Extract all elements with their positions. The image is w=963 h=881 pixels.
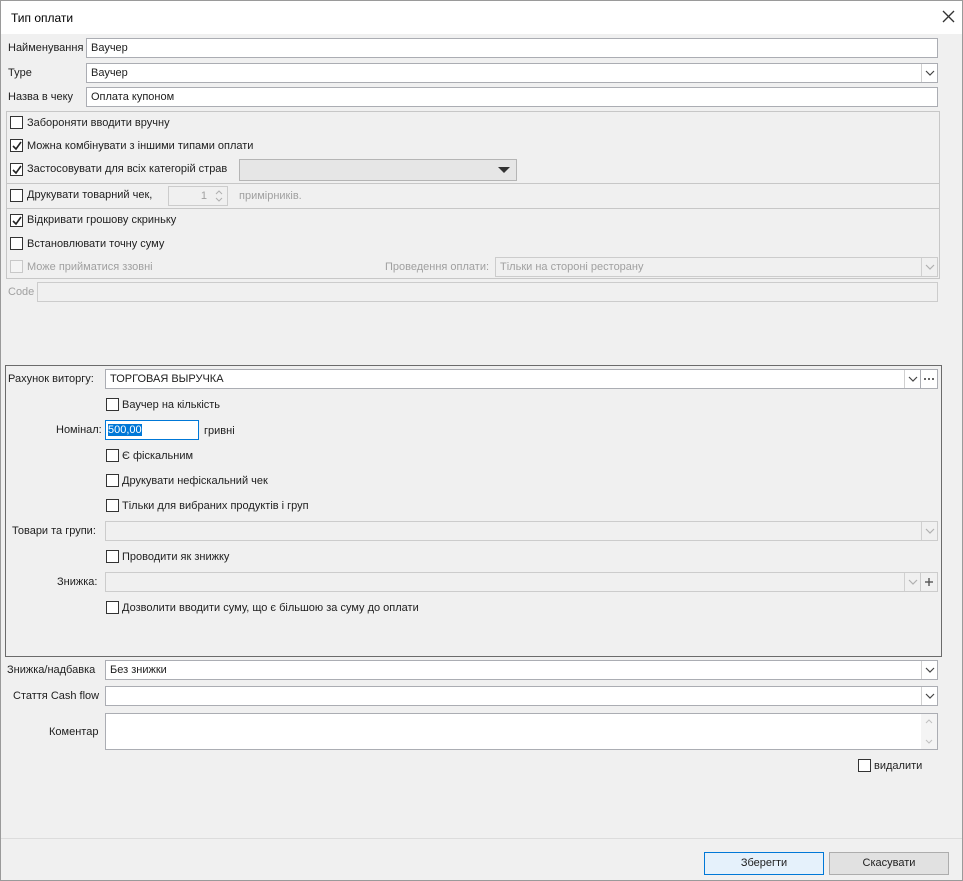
forbid-manual-checkbox[interactable] [10,116,23,129]
forbid-manual-label: Забороняти вводити вручну [27,117,170,129]
type-dropdown-button[interactable] [921,64,937,82]
processing-label: Проведення оплати: [385,261,490,273]
fiscal-checkbox[interactable] [106,449,119,462]
scroll-arrows-icon [925,719,933,744]
fiscal-label: Є фіскальним [122,450,194,462]
processing-value: Тільки на стороні ресторану [500,261,644,273]
discount-combobox[interactable] [105,572,921,592]
cashflow-combobox[interactable] [105,686,938,706]
only-selected-label: Тільки для вибраних продуктів і груп [122,500,309,512]
as-discount-label: Проводити як знижку [122,551,230,563]
chevron-down-icon [925,667,935,673]
close-button[interactable] [935,5,961,29]
only-selected-checkbox[interactable] [106,499,119,512]
nominal-unit: гривні [204,425,235,437]
cashflow-dropdown-button[interactable] [921,687,937,705]
chevron-down-icon [925,264,935,270]
cashflow-label: Стаття Cash flow [13,690,100,702]
close-icon [942,10,955,23]
revenue-account-label: Рахунок виторгу: [8,373,94,385]
checkmark-icon [12,216,22,226]
footer-divider [1,838,962,839]
chevron-down-icon [925,693,935,699]
combine-checkbox[interactable] [10,139,23,152]
title-bar: Тип оплати [1,1,962,34]
voucher-qty-label: Ваучер на кількість [122,399,221,411]
chevron-down-icon [925,528,935,534]
type-label: Type [8,67,32,79]
allow-greater-label: Дозволити вводити суму, що є більшою за … [122,602,419,614]
external-label: Може прийматися ззовні [27,261,153,273]
processing-combobox[interactable]: Тільки на стороні ресторану [495,257,938,277]
voucher-qty-checkbox[interactable] [106,398,119,411]
discount-markup-dropdown-button[interactable] [921,661,937,679]
print-nonfiscal-label: Друкувати нефіскальний чек [122,475,268,487]
discount-dropdown-button[interactable] [904,573,920,591]
category-combobox[interactable] [239,159,517,181]
exact-sum-checkbox[interactable] [10,237,23,250]
discount-markup-label: Знижка/надбавка [7,664,96,676]
copies-value: 1 [200,190,207,202]
cancel-button[interactable]: Скасувати [829,852,949,875]
chevron-down-icon [908,579,918,585]
nominal-value: 500,00 [108,424,142,436]
plus-icon [925,578,933,586]
copies-spinner[interactable]: 1 [168,186,228,206]
revenue-account-browse-button[interactable] [920,369,938,389]
delete-checkbox[interactable] [858,759,871,772]
exact-sum-label: Встановлювати точну суму [27,238,165,250]
discount-add-button[interactable] [920,572,938,592]
ellipsis-icon [924,378,934,380]
dialog-title: Тип оплати [11,11,74,25]
receipt-name-label: Назва в чеку [8,91,74,103]
print-receipt-label: Друкувати товарний чек, [27,189,153,201]
discount-markup-value: Без знижки [110,664,167,676]
discount-markup-combobox[interactable]: Без знижки [105,660,938,680]
type-combobox[interactable]: Ваучер [86,63,938,83]
receipt-name-input[interactable]: Оплата купоном [86,87,938,107]
revenue-account-value: ТОРГОВАЯ ВЫРУЧКА [110,373,224,385]
nominal-input[interactable]: 500,00 [105,420,199,440]
name-label: Найменування [8,42,84,54]
comment-scrollbar[interactable] [921,714,937,749]
print-nonfiscal-checkbox[interactable] [106,474,119,487]
revenue-account-combobox[interactable]: ТОРГОВАЯ ВЫРУЧКА [105,369,921,389]
nominal-label: Номінал: [56,424,102,436]
spinner-arrows-icon [215,190,223,202]
chevron-down-icon [925,70,935,76]
allow-greater-checkbox[interactable] [106,601,119,614]
code-label: Code [8,286,35,298]
save-button[interactable]: Зберегти [704,852,824,875]
as-discount-checkbox[interactable] [106,550,119,563]
print-receipt-checkbox[interactable] [10,189,23,202]
apply-all-label: Застосовувати для всіх категорій страв [27,163,228,175]
chevron-down-icon [908,376,918,382]
checkmark-icon [12,141,22,151]
comment-label: Коментар [49,726,99,738]
goods-groups-label: Товари та групи: [12,525,96,537]
processing-dropdown-button[interactable] [921,258,937,276]
type-value: Ваучер [91,67,128,79]
comment-textarea[interactable] [105,713,938,750]
open-drawer-checkbox[interactable] [10,214,23,227]
goods-groups-combobox[interactable] [105,521,938,541]
apply-all-checkbox[interactable] [10,163,23,176]
goods-groups-dropdown-button[interactable] [921,522,937,540]
external-checkbox[interactable] [10,260,23,273]
code-input[interactable] [37,282,938,302]
open-drawer-label: Відкривати грошову скриньку [27,214,177,226]
revenue-account-dropdown-button[interactable] [904,370,920,388]
name-input[interactable]: Ваучер [86,38,938,58]
copies-suffix: примірників. [239,190,302,202]
discount-label: Знижка: [57,576,98,588]
chevron-down-icon [498,167,510,173]
checkmark-icon [12,165,22,175]
payment-type-dialog: Тип оплати Найменування Ваучер Type Вауч… [0,0,963,881]
delete-label: видалити [874,760,923,772]
combine-label: Можна комбінувати з іншими типами оплати [27,140,254,152]
